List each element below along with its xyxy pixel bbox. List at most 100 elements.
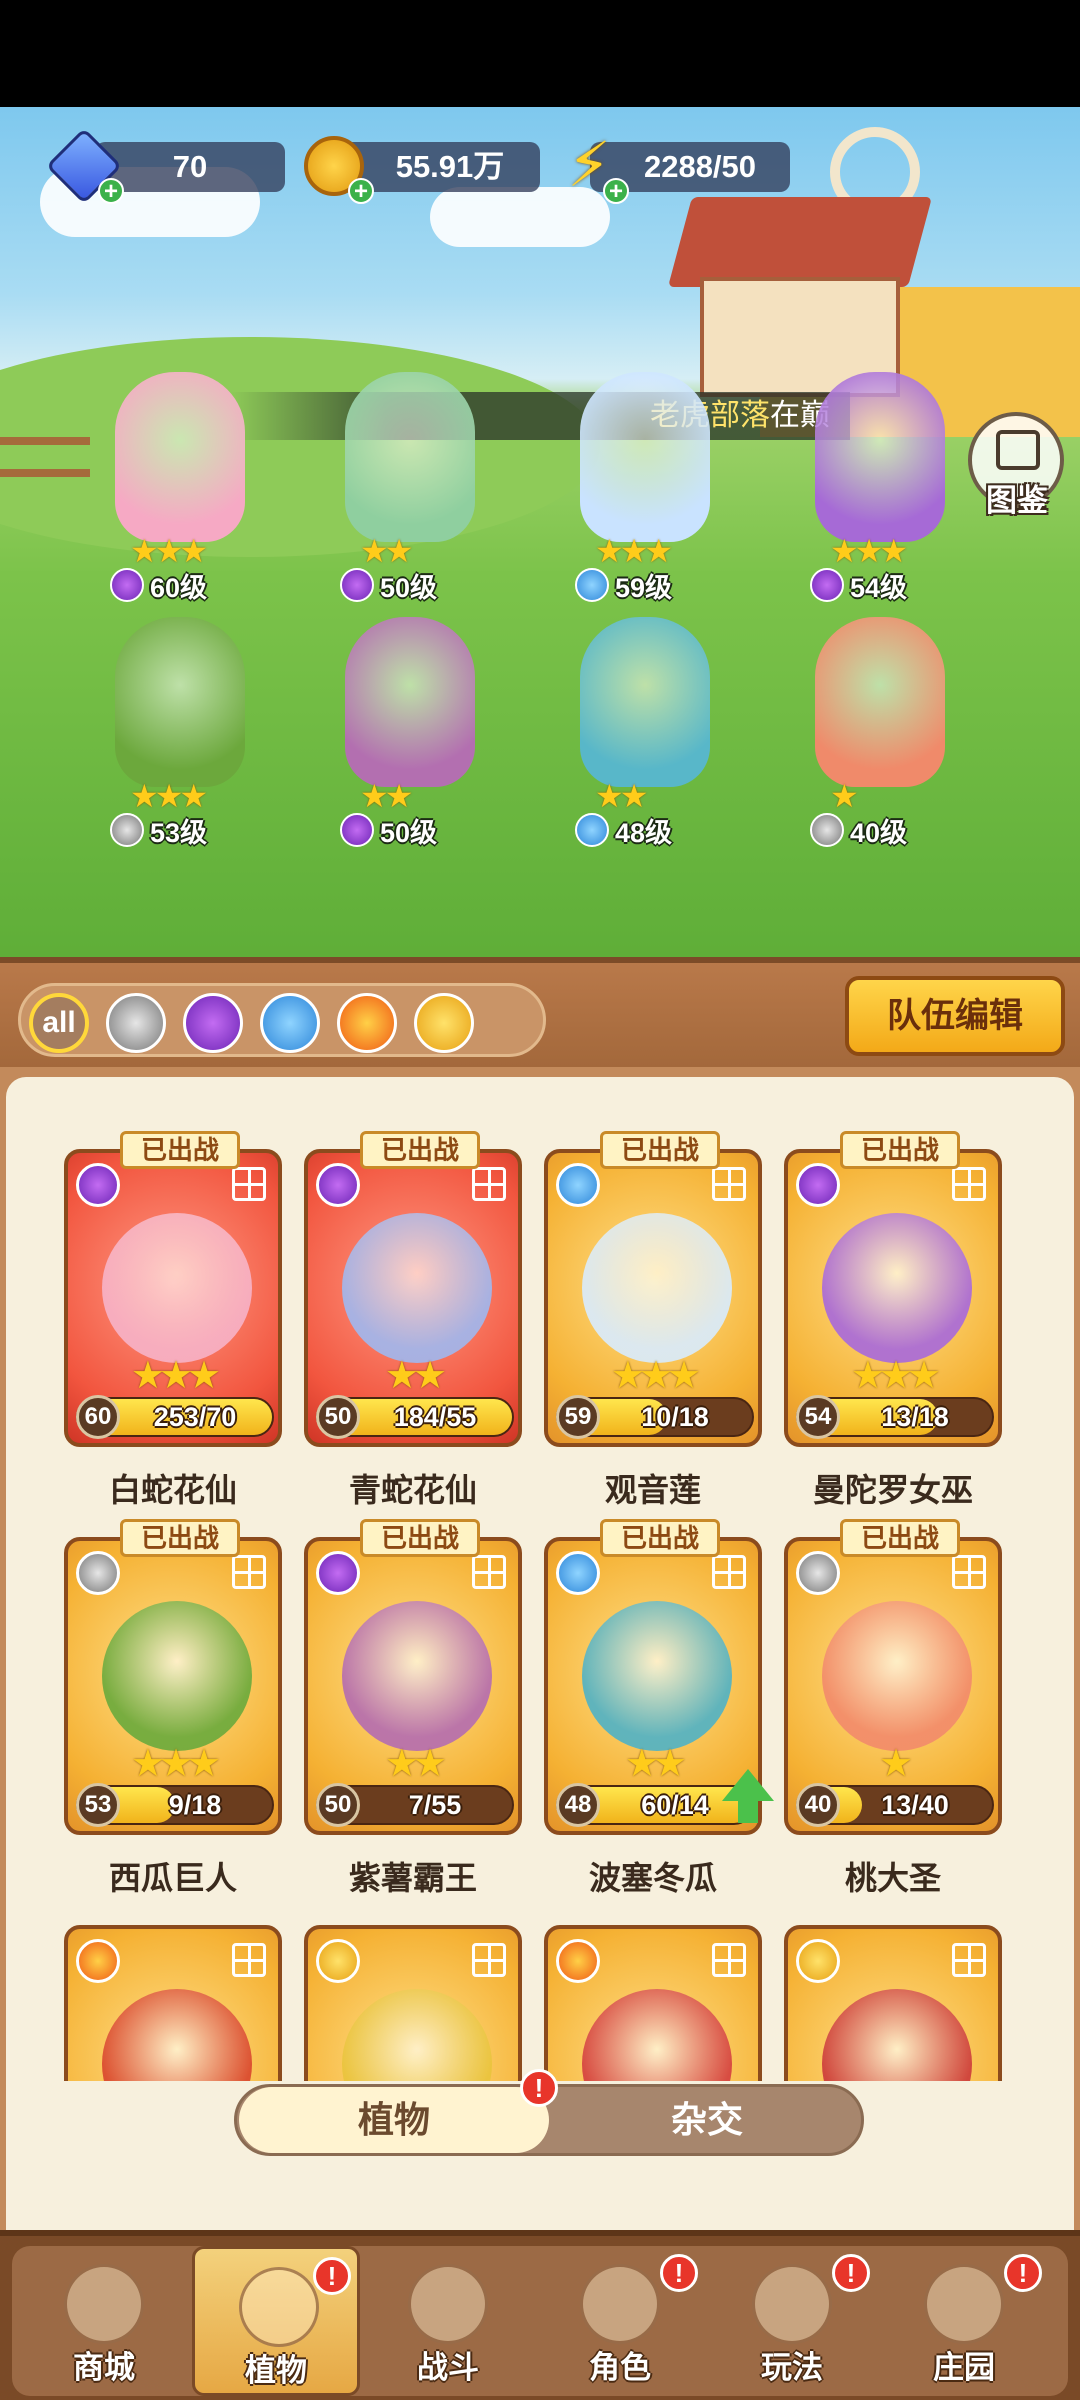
plant-card-grid: ★★★ 253/70 60 已出战 白蛇花仙 ★★ 184/55 50 已出战 青蛇花仙 ★★★ 10… bbox=[6, 1077, 1074, 2081]
coin-icon[interactable]: + bbox=[300, 132, 374, 204]
plant-card[interactable]: ★★★ 253/70 60 bbox=[64, 1149, 282, 1447]
star-rating: ★★ bbox=[360, 533, 413, 569]
add-coin-icon[interactable]: + bbox=[348, 178, 374, 204]
notification-badge: ! bbox=[313, 2257, 351, 2295]
plant-level: 48级 bbox=[615, 817, 673, 848]
plant-portrait bbox=[342, 1601, 492, 1751]
grid-slot-icon bbox=[232, 1555, 266, 1589]
gem-value: 70 bbox=[172, 149, 208, 184]
grid-slot-icon bbox=[472, 1167, 506, 1201]
plant-level-badge: 60 bbox=[76, 1395, 120, 1439]
nav-item[interactable]: 植物! bbox=[192, 2246, 360, 2396]
plant-figure bbox=[815, 617, 945, 787]
filter-sword-icon[interactable] bbox=[106, 993, 166, 1053]
potion-element-icon bbox=[796, 1163, 840, 1207]
filter-fire-icon[interactable] bbox=[337, 993, 397, 1053]
nav-label: 战斗 bbox=[417, 2350, 479, 2385]
nav-item[interactable]: 角色! bbox=[536, 2246, 704, 2396]
potion-element-icon bbox=[316, 1163, 360, 1207]
plant-figure bbox=[345, 372, 475, 542]
element-icon bbox=[575, 813, 609, 847]
grid-slot-icon bbox=[712, 1555, 746, 1589]
nav-icon bbox=[408, 2264, 488, 2344]
deployed-tag: 已出战 bbox=[120, 1519, 240, 1557]
plant-hybrid-toggle[interactable]: 植物 杂交 ! bbox=[234, 2069, 864, 2156]
nav-item[interactable]: 战斗 bbox=[364, 2246, 532, 2396]
plant-card[interactable]: ★★★ 9/18 53 bbox=[64, 1537, 282, 1835]
element-filter-group: all bbox=[18, 983, 546, 1057]
plant-card[interactable]: ★★ 7/55 50 bbox=[304, 1537, 522, 1835]
filter-potion-icon[interactable] bbox=[183, 993, 243, 1053]
nav-item[interactable]: 玩法! bbox=[708, 2246, 876, 2396]
lineup-slot[interactable]: ★★★ 54级 bbox=[770, 372, 990, 603]
plant-card[interactable] bbox=[544, 1925, 762, 2081]
plant-figure bbox=[115, 372, 245, 542]
element-icon bbox=[340, 813, 374, 847]
plant-card[interactable]: ★★ 184/55 50 bbox=[304, 1149, 522, 1447]
nav-item[interactable]: 商城 bbox=[20, 2246, 188, 2396]
star-rating: ★★ bbox=[360, 778, 413, 814]
star-rating: ★★ bbox=[595, 778, 648, 814]
coin-value: 55.91万 bbox=[395, 149, 505, 184]
star-rating: ★★★ bbox=[130, 778, 208, 814]
deployed-tag: 已出战 bbox=[120, 1131, 240, 1169]
element-icon bbox=[340, 568, 374, 602]
lineup-slot[interactable]: ★★★ 60级 bbox=[70, 372, 290, 603]
plant-level: 53级 bbox=[150, 817, 208, 848]
plant-card[interactable] bbox=[64, 1925, 282, 2081]
plant-card[interactable] bbox=[784, 1925, 1002, 2081]
grid-slot-icon bbox=[472, 1555, 506, 1589]
filter-all-label: all bbox=[42, 1006, 76, 1039]
lineup-slot[interactable]: ★★ 50级 bbox=[300, 372, 520, 603]
star-rating: ★★★ bbox=[830, 533, 908, 569]
lineup-slot[interactable]: ★★★ 53级 bbox=[70, 617, 290, 848]
plant-card[interactable] bbox=[304, 1925, 522, 2081]
upgrade-arrow-icon[interactable] bbox=[722, 1769, 774, 1823]
notification-badge: ! bbox=[520, 2069, 558, 2107]
gem-icon[interactable]: + bbox=[45, 127, 124, 205]
filter-lightning-icon[interactable] bbox=[414, 993, 474, 1053]
plant-level-badge: 50 bbox=[316, 1783, 360, 1827]
plant-name: 白蛇花仙 bbox=[108, 1472, 237, 1508]
plant-card[interactable]: ★★★ 10/18 59 bbox=[544, 1149, 762, 1447]
filter-all-button[interactable]: all bbox=[29, 993, 89, 1053]
star-rating: ★★ bbox=[384, 1355, 447, 1397]
notification-badge: ! bbox=[660, 2254, 698, 2292]
tab-hybrid[interactable]: 杂交 bbox=[552, 2087, 862, 2153]
plant-card[interactable]: ★★★ 13/18 54 bbox=[784, 1149, 1002, 1447]
filter-water-icon[interactable] bbox=[260, 993, 320, 1053]
plant-level-badge: 54 bbox=[796, 1395, 840, 1439]
plant-collection-panel: ★★★ 253/70 60 已出战 白蛇花仙 ★★ 184/55 50 已出战 青蛇花仙 ★★★ 10… bbox=[0, 1067, 1080, 2230]
lineup-slot[interactable]: ★★ 50级 bbox=[300, 617, 520, 848]
lineup-slot[interactable]: ★ 40级 bbox=[770, 617, 990, 848]
star-rating: ★★★ bbox=[130, 1355, 221, 1397]
plant-figure bbox=[345, 617, 475, 787]
plant-name: 桃大圣 bbox=[844, 1860, 941, 1896]
deployed-tag: 已出战 bbox=[360, 1131, 480, 1169]
plant-card[interactable]: ★ 13/40 40 bbox=[784, 1537, 1002, 1835]
star-rating: ★★★ bbox=[595, 533, 673, 569]
fragment-progress-bar: 13/40 40 bbox=[796, 1783, 994, 1827]
fragment-progress-bar: 7/55 50 bbox=[316, 1783, 514, 1827]
fragment-count: 13/18 bbox=[881, 1402, 949, 1432]
plant-portrait bbox=[102, 1989, 252, 2081]
plant-level: 54级 bbox=[850, 572, 908, 603]
plant-level: 59级 bbox=[615, 572, 673, 603]
nav-item[interactable]: 庄园! bbox=[880, 2246, 1048, 2396]
lineup-slot[interactable]: ★★★ 59级 bbox=[535, 372, 755, 603]
plant-level-badge: 40 bbox=[796, 1783, 840, 1827]
lineup-slot[interactable]: ★★ 48级 bbox=[535, 617, 755, 848]
fragment-count: 10/18 bbox=[641, 1402, 709, 1432]
tab-plants[interactable]: 植物 bbox=[239, 2087, 549, 2153]
gem-counter[interactable]: 70 bbox=[95, 142, 285, 192]
team-edit-button[interactable]: 队伍编辑 bbox=[845, 976, 1065, 1056]
plant-level-badge: 53 bbox=[76, 1783, 120, 1827]
add-energy-icon[interactable]: + bbox=[603, 178, 629, 204]
deployed-tag: 已出战 bbox=[840, 1519, 960, 1557]
energy-icon[interactable]: ⚡ + bbox=[555, 132, 629, 204]
grid-slot-icon bbox=[952, 1943, 986, 1977]
add-gem-icon[interactable]: + bbox=[98, 178, 124, 204]
grid-slot-icon bbox=[712, 1943, 746, 1977]
star-rating: ★ bbox=[878, 1743, 913, 1785]
water-element-icon bbox=[556, 1163, 600, 1207]
